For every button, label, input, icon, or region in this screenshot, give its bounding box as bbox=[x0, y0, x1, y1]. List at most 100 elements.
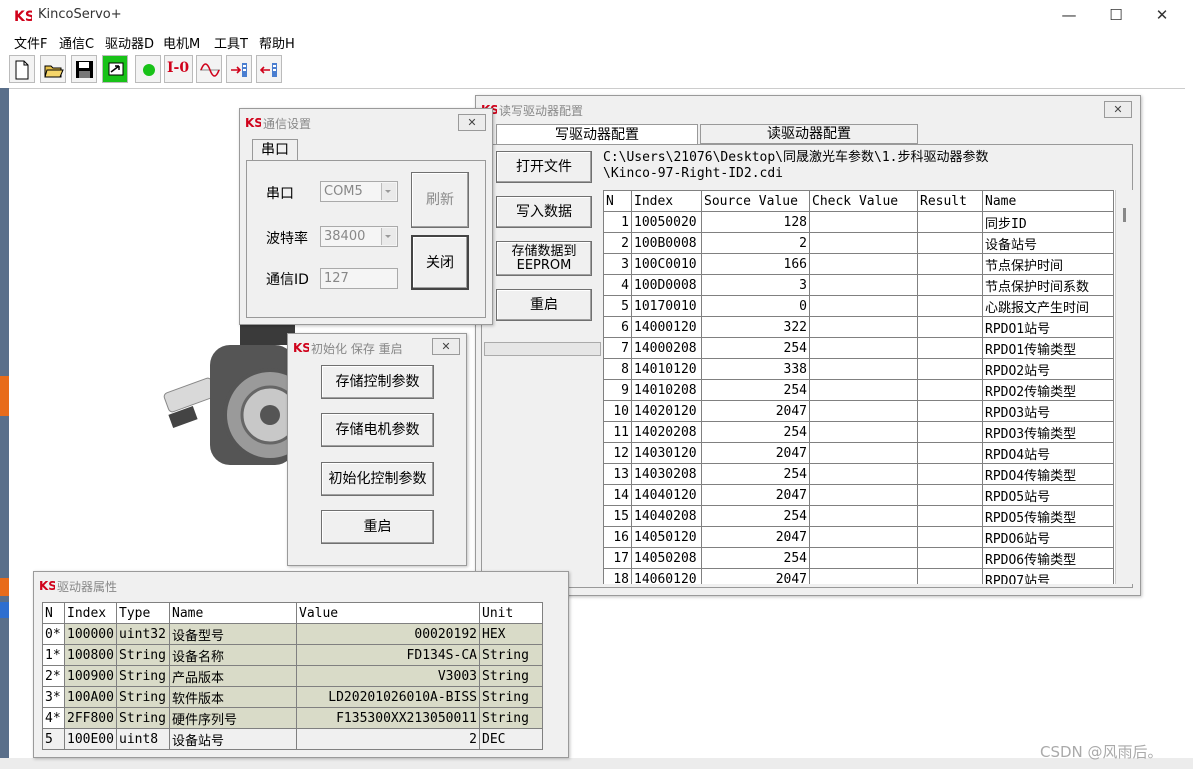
config-table: N Index Source Value Check Value Result Name … bbox=[603, 190, 1114, 584]
table-row[interactable]: 3 100C0010 166 节点保护时间 bbox=[603, 253, 1114, 275]
table-row[interactable]: 5 100E00 uint8 设备站号 2 DEC bbox=[42, 728, 543, 750]
file-path-label: C:\Users\21076\Desktop\同晟激光车参数\1.步科驱动器参数… bbox=[603, 150, 989, 181]
table-cell: RPDO3站号 bbox=[982, 400, 1114, 422]
menu-motor[interactable]: 电机M bbox=[163, 33, 200, 52]
column-header[interactable]: Name bbox=[982, 190, 1114, 212]
save-control-params-button[interactable]: 存储控制参数 bbox=[321, 365, 434, 399]
close-button[interactable]: ✕ bbox=[1139, 0, 1185, 30]
table-cell: 14000208 bbox=[631, 337, 702, 359]
baud-label: 波特率 bbox=[266, 231, 308, 247]
save-motor-params-button[interactable]: 存储电机参数 bbox=[321, 413, 434, 447]
column-header[interactable]: Index bbox=[631, 190, 702, 212]
open-file-button[interactable]: 打开文件 bbox=[496, 151, 592, 183]
tab-write-config[interactable]: 写驱动器配置 bbox=[496, 124, 698, 146]
import-button[interactable] bbox=[226, 55, 252, 83]
table-row[interactable]: 3* 100A00 String 软件版本 LD20201026010A-BISS Str… bbox=[42, 686, 543, 708]
table-cell: 338 bbox=[701, 358, 810, 380]
table-header-row: N Index Source Value Check Value Result Name bbox=[603, 190, 1114, 212]
run-button[interactable] bbox=[135, 55, 161, 83]
column-header[interactable]: Index bbox=[64, 602, 117, 624]
column-header[interactable]: Value bbox=[296, 602, 480, 624]
dialog-close-button[interactable]: ✕ bbox=[1104, 101, 1132, 118]
table-cell bbox=[809, 421, 918, 443]
restart-button[interactable]: 重启 bbox=[496, 289, 592, 321]
save-eeprom-button[interactable]: 存储数据到 EEPROM bbox=[496, 241, 592, 276]
save-button[interactable] bbox=[71, 55, 97, 83]
table-row[interactable]: 13 14030208 254 RPDO4传输类型 bbox=[603, 463, 1114, 485]
table-row[interactable]: 10 14020120 2047 RPDO3站号 bbox=[603, 400, 1114, 422]
baud-value: 38400 bbox=[324, 229, 366, 244]
table-cell: 14060120 bbox=[631, 568, 702, 584]
table-row[interactable]: 8 14010120 338 RPDO2站号 bbox=[603, 358, 1114, 380]
write-data-button[interactable]: 写入数据 bbox=[496, 196, 592, 228]
close-dialog-button[interactable]: 关闭 bbox=[411, 235, 469, 290]
scrollbar-thumb[interactable] bbox=[1123, 208, 1126, 222]
table-cell: 设备站号 bbox=[169, 728, 297, 750]
table-row[interactable]: 11 14020208 254 RPDO3传输类型 bbox=[603, 421, 1114, 443]
dialog-close-button[interactable]: ✕ bbox=[458, 114, 486, 131]
menu-comm[interactable]: 通信C bbox=[59, 33, 94, 52]
dialog-title-bar: KS 通信设置 ✕ bbox=[240, 109, 492, 135]
table-row[interactable]: 7 14000208 254 RPDO1传输类型 bbox=[603, 337, 1114, 359]
table-cell: 15 bbox=[603, 505, 632, 527]
table-row[interactable]: 4 100D0008 3 节点保护时间系数 bbox=[603, 274, 1114, 296]
table-row[interactable]: 12 14030120 2047 RPDO4站号 bbox=[603, 442, 1114, 464]
chevron-down-icon bbox=[381, 183, 396, 200]
menu-help[interactable]: 帮助H bbox=[259, 33, 295, 52]
table-row[interactable]: 15 14040208 254 RPDO5传输类型 bbox=[603, 505, 1114, 527]
refresh-button[interactable]: 刷新 bbox=[411, 172, 469, 228]
minimize-button[interactable]: — bbox=[1046, 0, 1092, 30]
column-header[interactable]: Check Value bbox=[809, 190, 918, 212]
table-cell bbox=[809, 316, 918, 338]
table-row[interactable]: 2 100B0008 2 设备站号 bbox=[603, 232, 1114, 254]
comm-id-field[interactable]: 127 bbox=[320, 268, 398, 289]
table-row[interactable]: 1 10050020 128 同步ID bbox=[603, 211, 1114, 233]
table-row[interactable]: 16 14050120 2047 RPDO6站号 bbox=[603, 526, 1114, 548]
port-value: COM5 bbox=[324, 184, 363, 199]
column-header[interactable]: Result bbox=[917, 190, 983, 212]
table-row[interactable]: 0* 100000 uint32 设备型号 00020192 HEX bbox=[42, 623, 543, 645]
dialog-close-button[interactable]: ✕ bbox=[432, 338, 460, 355]
tab-read-config[interactable]: 读驱动器配置 bbox=[700, 124, 918, 144]
oscilloscope-button[interactable] bbox=[196, 55, 222, 83]
table-cell: 14050120 bbox=[631, 526, 702, 548]
column-header[interactable]: N bbox=[42, 602, 65, 624]
table-cell bbox=[809, 358, 918, 380]
column-header[interactable]: Source Value bbox=[701, 190, 810, 212]
table-cell: 14 bbox=[603, 484, 632, 506]
table-row[interactable]: 4* 2FF800 String 硬件序列号 F135300XX213050011 Str… bbox=[42, 707, 543, 729]
table-row[interactable]: 6 14000120 322 RPDO1站号 bbox=[603, 316, 1114, 338]
column-header[interactable]: N bbox=[603, 190, 632, 212]
table-row[interactable]: 14 14040120 2047 RPDO5站号 bbox=[603, 484, 1114, 506]
table-row[interactable]: 17 14050208 254 RPDO6传输类型 bbox=[603, 547, 1114, 569]
table-cell bbox=[917, 421, 983, 443]
io-button[interactable]: I-0 bbox=[164, 55, 193, 83]
table-cell: 软件版本 bbox=[169, 686, 297, 708]
export-button[interactable] bbox=[256, 55, 282, 83]
init-control-params-button[interactable]: 初始化控制参数 bbox=[321, 462, 434, 496]
table-row[interactable]: 18 14060120 2047 RPDO7站号 bbox=[603, 568, 1114, 584]
table-cell bbox=[917, 463, 983, 485]
new-file-button[interactable] bbox=[9, 55, 35, 83]
maximize-button[interactable]: ☐ bbox=[1093, 0, 1139, 30]
restart-button[interactable]: 重启 bbox=[321, 510, 434, 544]
table-row[interactable]: 9 14010208 254 RPDO2传输类型 bbox=[603, 379, 1114, 401]
port-select[interactable]: COM5 bbox=[320, 181, 398, 202]
table-cell: 322 bbox=[701, 316, 810, 338]
column-header[interactable]: Name bbox=[169, 602, 297, 624]
open-folder-button[interactable] bbox=[40, 55, 66, 83]
tab-serial[interactable]: 串口 bbox=[252, 139, 298, 161]
menu-tools[interactable]: 工具T bbox=[214, 33, 248, 52]
baud-select[interactable]: 38400 bbox=[320, 226, 398, 247]
table-row[interactable]: 5 10170010 0 心跳报文产生时间 bbox=[603, 295, 1114, 317]
table-scrollbar[interactable] bbox=[1115, 190, 1133, 584]
table-row[interactable]: 1* 100800 String 设备名称 FD134S-CA String bbox=[42, 644, 543, 666]
title-bar: KS KincoServo+ — ☐ ✕ bbox=[0, 0, 1193, 30]
connect-button[interactable] bbox=[102, 55, 128, 83]
table-cell: 10 bbox=[603, 400, 632, 422]
menu-driver[interactable]: 驱动器D bbox=[105, 33, 154, 52]
column-header[interactable]: Unit bbox=[479, 602, 543, 624]
table-row[interactable]: 2* 100900 String 产品版本 V3003 String bbox=[42, 665, 543, 687]
menu-file[interactable]: 文件F bbox=[14, 33, 47, 52]
column-header[interactable]: Type bbox=[116, 602, 170, 624]
